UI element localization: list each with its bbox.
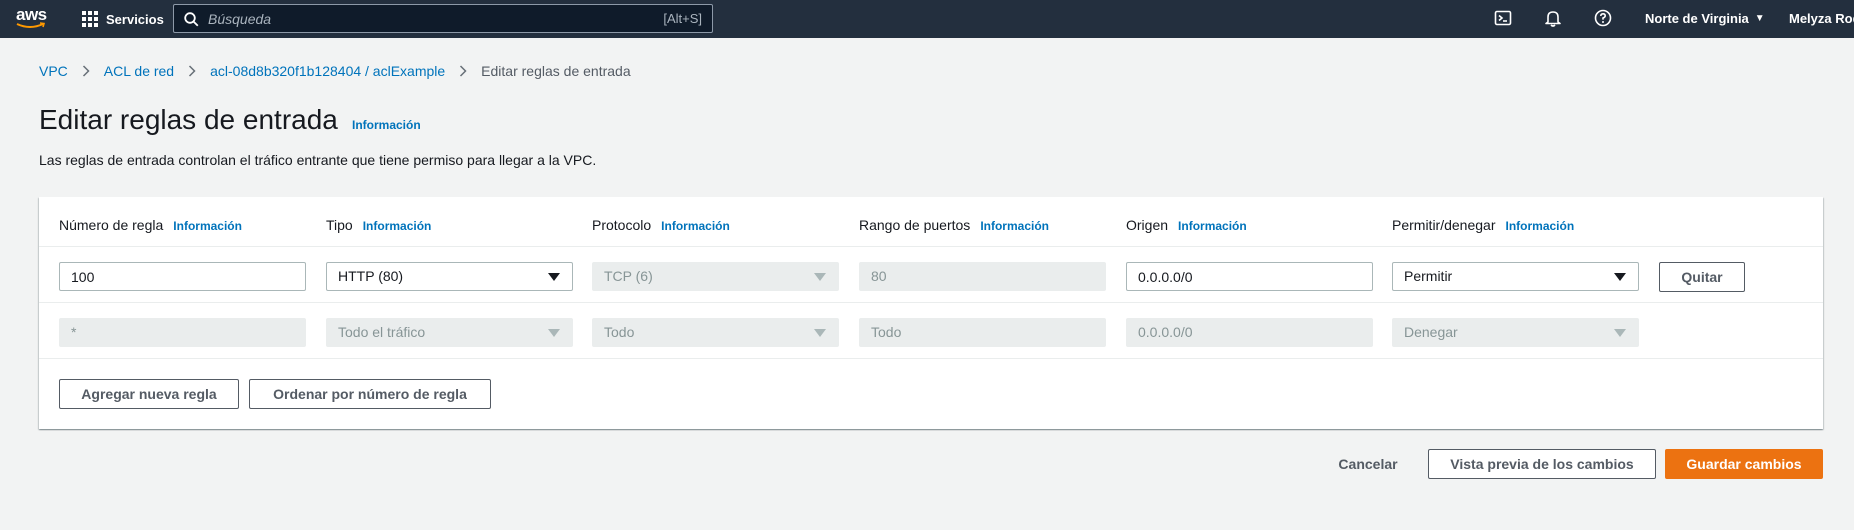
sort-by-rule-number-button[interactable]: Ordenar por número de regla <box>249 379 491 409</box>
source-field[interactable] <box>1138 263 1361 290</box>
info-link[interactable]: Información <box>661 219 730 233</box>
port-range-value: 80 <box>871 268 887 284</box>
port-range-input: 80 <box>859 262 1106 291</box>
source-input: 0.0.0.0/0 <box>1126 318 1373 347</box>
allow-deny-select[interactable]: Permitir <box>1392 262 1639 291</box>
caret-down-icon <box>1614 329 1626 337</box>
caret-down-icon <box>814 329 826 337</box>
allow-deny-value: Denegar <box>1404 324 1458 340</box>
breadcrumb: VPC ACL de red acl-08d8b320f1b128404 / a… <box>39 61 631 81</box>
region-selector[interactable]: Norte de Virginia ▼ <box>1645 11 1765 26</box>
protocol-select: Todo <box>592 318 839 347</box>
info-link[interactable]: Información <box>1178 219 1247 233</box>
search-icon <box>184 12 199 27</box>
allow-deny-select: Denegar <box>1392 318 1639 347</box>
services-menu-button[interactable]: Servicios <box>82 9 164 29</box>
add-rule-button[interactable]: Agregar nueva regla <box>59 379 239 409</box>
region-label: Norte de Virginia <box>1645 11 1749 26</box>
type-select[interactable]: HTTP (80) <box>326 262 573 291</box>
caret-down-icon <box>548 273 560 281</box>
protocol-select: TCP (6) <box>592 262 839 291</box>
bell-icon[interactable] <box>1544 9 1564 29</box>
info-link[interactable]: Información <box>173 219 242 233</box>
info-link[interactable]: Información <box>1506 219 1575 233</box>
type-select: Todo el tráfico <box>326 318 573 347</box>
caret-down-icon <box>548 329 560 337</box>
protocol-value: Todo <box>604 324 635 340</box>
caret-down-icon <box>1614 273 1626 281</box>
header-protocol: Protocolo Información <box>592 217 730 233</box>
info-link[interactable]: Información <box>980 219 1049 233</box>
aws-smile-icon <box>16 22 46 28</box>
rules-panel: Número de regla Información Tipo Informaci… <box>39 197 1823 429</box>
grid-icon <box>82 11 98 27</box>
port-range-value: Todo <box>871 324 902 340</box>
header-type: Tipo Información <box>326 217 432 233</box>
row-divider <box>39 358 1823 359</box>
header-rule-number: Número de regla Información <box>59 217 242 233</box>
breadcrumb-link-vpc[interactable]: VPC <box>39 63 68 79</box>
page-description: Las reglas de entrada controlan el tráfi… <box>39 152 597 168</box>
rule-number-input[interactable] <box>59 262 306 291</box>
breadcrumb-link-network-acl[interactable]: ACL de red <box>104 63 174 79</box>
search-bar[interactable]: [Alt+S] <box>173 4 713 33</box>
header-allow-deny: Permitir/denegar Información <box>1392 217 1575 233</box>
chevron-right-icon <box>189 65 196 77</box>
header-port-range: Rango de puertos Información <box>859 217 1049 233</box>
search-input[interactable] <box>208 8 628 29</box>
row-divider <box>39 246 1823 247</box>
preview-changes-button[interactable]: Vista previa de los cambios <box>1428 449 1656 479</box>
info-link[interactable]: Información <box>363 219 432 233</box>
source-value: 0.0.0.0/0 <box>1138 324 1193 340</box>
protocol-value: TCP (6) <box>604 268 653 284</box>
services-label: Servicios <box>106 11 164 27</box>
allow-deny-value: Permitir <box>1404 268 1453 284</box>
type-value: HTTP (80) <box>338 268 404 284</box>
page-title: Editar reglas de entrada <box>39 104 338 135</box>
breadcrumb-link-acl[interactable]: acl-08d8b320f1b128404 / aclExample <box>210 63 445 79</box>
header-source: Origen Información <box>1126 217 1247 233</box>
search-shortcut: [Alt+S] <box>663 11 702 26</box>
help-icon[interactable] <box>1594 9 1614 29</box>
user-menu[interactable]: Melyza Rodr <box>1789 11 1854 26</box>
breadcrumb-current: Editar reglas de entrada <box>481 63 631 79</box>
rule-number-field[interactable] <box>71 263 294 290</box>
row-divider <box>39 302 1823 303</box>
type-value: Todo el tráfico <box>338 324 426 340</box>
cloudshell-icon[interactable] <box>1494 9 1514 29</box>
page-info-link[interactable]: Información <box>352 118 421 132</box>
port-range-input: Todo <box>859 318 1106 347</box>
rule-number-value: * <box>71 324 77 340</box>
source-input[interactable] <box>1126 262 1373 291</box>
rule-number-input: * <box>59 318 306 347</box>
caret-down-icon <box>814 273 826 281</box>
chevron-right-icon <box>82 65 90 77</box>
chevron-right-icon <box>460 65 467 77</box>
save-changes-button[interactable]: Guardar cambios <box>1665 449 1823 479</box>
top-navigation: aws Servicios [Alt+S] <box>0 0 1854 38</box>
caret-down-icon: ▼ <box>1754 13 1765 24</box>
remove-rule-button[interactable]: Quitar <box>1659 262 1745 292</box>
cancel-button[interactable]: Cancelar <box>1330 449 1406 479</box>
aws-logo[interactable]: aws <box>16 5 50 33</box>
